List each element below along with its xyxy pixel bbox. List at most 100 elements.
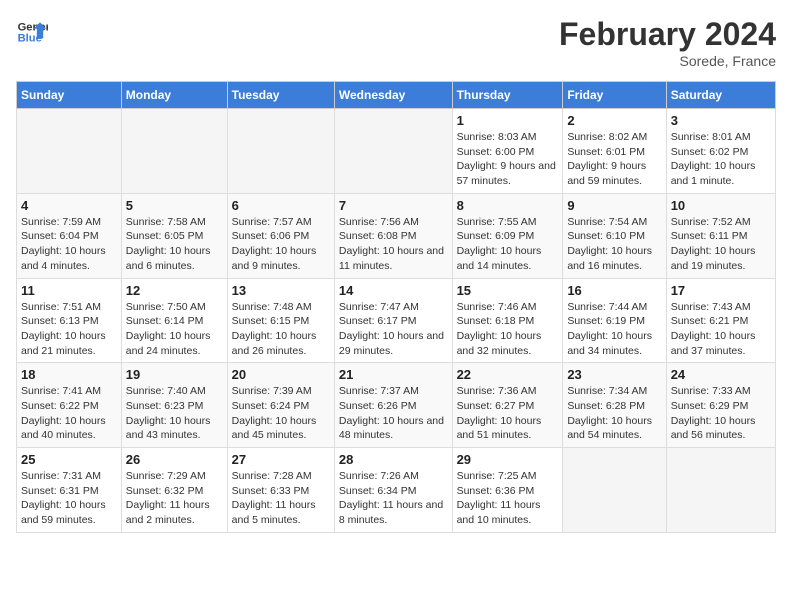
day-info: Sunrise: 7:50 AMSunset: 6:14 PMDaylight:…	[126, 300, 223, 359]
day-number: 19	[126, 367, 223, 382]
calendar-cell: 14 Sunrise: 7:47 AMSunset: 6:17 PMDayligh…	[334, 278, 452, 363]
week-row-4: 18 Sunrise: 7:41 AMSunset: 6:22 PMDayligh…	[17, 363, 776, 448]
calendar-cell: 18 Sunrise: 7:41 AMSunset: 6:22 PMDayligh…	[17, 363, 122, 448]
calendar-cell: 26 Sunrise: 7:29 AMSunset: 6:32 PMDayligh…	[121, 448, 227, 533]
day-info: Sunrise: 7:58 AMSunset: 6:05 PMDaylight:…	[126, 215, 223, 274]
day-number: 5	[126, 198, 223, 213]
day-info: Sunrise: 7:36 AMSunset: 6:27 PMDaylight:…	[457, 384, 559, 443]
calendar-cell	[17, 109, 122, 194]
day-info: Sunrise: 7:34 AMSunset: 6:28 PMDaylight:…	[567, 384, 661, 443]
main-title: February 2024	[559, 16, 776, 53]
logo: General Blue	[16, 16, 48, 48]
day-number: 4	[21, 198, 117, 213]
day-number: 14	[339, 283, 448, 298]
day-info: Sunrise: 8:01 AMSunset: 6:02 PMDaylight:…	[671, 130, 771, 189]
calendar-cell: 2 Sunrise: 8:02 AMSunset: 6:01 PMDaylight…	[563, 109, 666, 194]
day-number: 28	[339, 452, 448, 467]
day-number: 15	[457, 283, 559, 298]
day-info: Sunrise: 7:41 AMSunset: 6:22 PMDaylight:…	[21, 384, 117, 443]
day-info: Sunrise: 7:57 AMSunset: 6:06 PMDaylight:…	[232, 215, 330, 274]
day-number: 9	[567, 198, 661, 213]
subtitle: Sorede, France	[559, 53, 776, 69]
calendar-cell: 28Sunrise: 7:26 AMSunset: 6:34 PMDayligh…	[334, 448, 452, 533]
page-header: General Blue February 2024 Sorede, Franc…	[16, 16, 776, 69]
day-number: 26	[126, 452, 223, 467]
calendar-cell: 20Sunrise: 7:39 AMSunset: 6:24 PMDayligh…	[227, 363, 334, 448]
day-info: Sunrise: 8:03 AMSunset: 6:00 PMDaylight:…	[457, 130, 559, 189]
day-info: Sunrise: 7:59 AMSunset: 6:04 PMDaylight:…	[21, 215, 117, 274]
day-info: Sunrise: 7:31 AMSunset: 6:31 PMDaylight:…	[21, 469, 117, 528]
calendar-cell: 5 Sunrise: 7:58 AMSunset: 6:05 PMDaylight…	[121, 193, 227, 278]
day-info: Sunrise: 7:51 AMSunset: 6:13 PMDaylight:…	[21, 300, 117, 359]
day-number: 18	[21, 367, 117, 382]
calendar-cell	[227, 109, 334, 194]
calendar-cell: 27Sunrise: 7:28 AMSunset: 6:33 PMDayligh…	[227, 448, 334, 533]
calendar-cell	[334, 109, 452, 194]
day-info: Sunrise: 7:48 AMSunset: 6:15 PMDaylight:…	[232, 300, 330, 359]
column-header-saturday: Saturday	[666, 82, 775, 109]
week-row-5: 25Sunrise: 7:31 AMSunset: 6:31 PMDayligh…	[17, 448, 776, 533]
calendar-cell: 19 Sunrise: 7:40 AMSunset: 6:23 PMDayligh…	[121, 363, 227, 448]
calendar-cell: 15 Sunrise: 7:46 AMSunset: 6:18 PMDayligh…	[452, 278, 563, 363]
day-info: Sunrise: 7:33 AMSunset: 6:29 PMDaylight:…	[671, 384, 771, 443]
calendar-cell: 21 Sunrise: 7:37 AMSunset: 6:26 PMDayligh…	[334, 363, 452, 448]
day-info: Sunrise: 7:47 AMSunset: 6:17 PMDaylight:…	[339, 300, 448, 359]
calendar-cell: 23 Sunrise: 7:34 AMSunset: 6:28 PMDayligh…	[563, 363, 666, 448]
day-number: 8	[457, 198, 559, 213]
calendar-cell: 29 Sunrise: 7:25 AMSunset: 6:36 PMDayligh…	[452, 448, 563, 533]
week-row-2: 4 Sunrise: 7:59 AMSunset: 6:04 PMDaylight…	[17, 193, 776, 278]
day-number: 10	[671, 198, 771, 213]
day-number: 21	[339, 367, 448, 382]
calendar-cell: 1 Sunrise: 8:03 AMSunset: 6:00 PMDaylight…	[452, 109, 563, 194]
day-number: 23	[567, 367, 661, 382]
week-row-3: 11 Sunrise: 7:51 AMSunset: 6:13 PMDayligh…	[17, 278, 776, 363]
calendar-cell	[121, 109, 227, 194]
day-info: Sunrise: 7:40 AMSunset: 6:23 PMDaylight:…	[126, 384, 223, 443]
day-info: Sunrise: 7:29 AMSunset: 6:32 PMDaylight:…	[126, 469, 223, 528]
logo-icon: General Blue	[16, 16, 48, 48]
day-number: 2	[567, 113, 661, 128]
calendar-cell: 16 Sunrise: 7:44 AMSunset: 6:19 PMDayligh…	[563, 278, 666, 363]
day-info: Sunrise: 7:37 AMSunset: 6:26 PMDaylight:…	[339, 384, 448, 443]
calendar-cell	[666, 448, 775, 533]
day-info: Sunrise: 7:43 AMSunset: 6:21 PMDaylight:…	[671, 300, 771, 359]
calendar-cell: 25Sunrise: 7:31 AMSunset: 6:31 PMDayligh…	[17, 448, 122, 533]
day-number: 16	[567, 283, 661, 298]
day-number: 24	[671, 367, 771, 382]
calendar-cell: 17 Sunrise: 7:43 AMSunset: 6:21 PMDayligh…	[666, 278, 775, 363]
day-number: 3	[671, 113, 771, 128]
calendar-cell: 24 Sunrise: 7:33 AMSunset: 6:29 PMDayligh…	[666, 363, 775, 448]
day-info: Sunrise: 8:02 AMSunset: 6:01 PMDaylight:…	[567, 130, 661, 189]
day-number: 6	[232, 198, 330, 213]
calendar-body: 1 Sunrise: 8:03 AMSunset: 6:00 PMDaylight…	[17, 109, 776, 533]
day-number: 17	[671, 283, 771, 298]
week-row-1: 1 Sunrise: 8:03 AMSunset: 6:00 PMDaylight…	[17, 109, 776, 194]
calendar-cell: 3 Sunrise: 8:01 AMSunset: 6:02 PMDaylight…	[666, 109, 775, 194]
column-header-tuesday: Tuesday	[227, 82, 334, 109]
calendar-cell: 11 Sunrise: 7:51 AMSunset: 6:13 PMDayligh…	[17, 278, 122, 363]
calendar-cell: 13 Sunrise: 7:48 AMSunset: 6:15 PMDayligh…	[227, 278, 334, 363]
day-info: Sunrise: 7:25 AMSunset: 6:36 PMDaylight:…	[457, 469, 559, 528]
column-header-wednesday: Wednesday	[334, 82, 452, 109]
day-info: Sunrise: 7:56 AMSunset: 6:08 PMDaylight:…	[339, 215, 448, 274]
calendar-cell: 6 Sunrise: 7:57 AMSunset: 6:06 PMDaylight…	[227, 193, 334, 278]
day-info: Sunrise: 7:44 AMSunset: 6:19 PMDaylight:…	[567, 300, 661, 359]
day-info: Sunrise: 7:46 AMSunset: 6:18 PMDaylight:…	[457, 300, 559, 359]
calendar-table: SundayMondayTuesdayWednesdayThursdayFrid…	[16, 81, 776, 533]
column-header-sunday: Sunday	[17, 82, 122, 109]
day-number: 7	[339, 198, 448, 213]
title-block: February 2024 Sorede, France	[559, 16, 776, 69]
day-number: 22	[457, 367, 559, 382]
calendar-cell: 7 Sunrise: 7:56 AMSunset: 6:08 PMDaylight…	[334, 193, 452, 278]
day-number: 29	[457, 452, 559, 467]
calendar-cell: 9Sunrise: 7:54 AMSunset: 6:10 PMDaylight…	[563, 193, 666, 278]
calendar-cell: 8 Sunrise: 7:55 AMSunset: 6:09 PMDaylight…	[452, 193, 563, 278]
day-info: Sunrise: 7:55 AMSunset: 6:09 PMDaylight:…	[457, 215, 559, 274]
calendar-header-row: SundayMondayTuesdayWednesdayThursdayFrid…	[17, 82, 776, 109]
day-number: 1	[457, 113, 559, 128]
calendar-cell: 10 Sunrise: 7:52 AMSunset: 6:11 PMDayligh…	[666, 193, 775, 278]
calendar-cell: 12Sunrise: 7:50 AMSunset: 6:14 PMDayligh…	[121, 278, 227, 363]
day-info: Sunrise: 7:52 AMSunset: 6:11 PMDaylight:…	[671, 215, 771, 274]
day-number: 13	[232, 283, 330, 298]
day-number: 11	[21, 283, 117, 298]
